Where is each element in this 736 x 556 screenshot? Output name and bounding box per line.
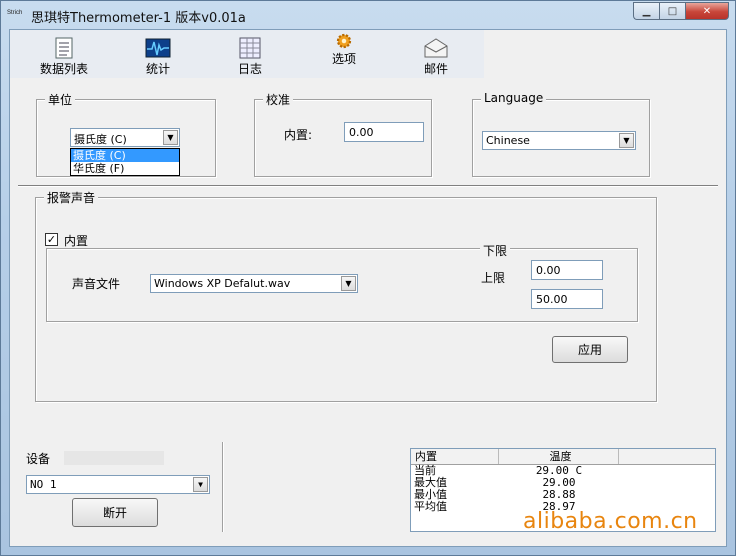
minimize-button[interactable]: ▁ [633, 2, 659, 20]
close-icon: ✕ [702, 5, 712, 17]
status-divider [222, 442, 224, 532]
unit-legend: 单位 [45, 91, 76, 108]
device-label: 设备 [26, 452, 51, 466]
app-window: Strich 思琪特Thermometer-1 版本v0.01a ▁ □ ✕ 数… [0, 0, 736, 556]
apply-button[interactable]: 应用 [552, 336, 628, 363]
device-select[interactable]: NO 1 ▼ [26, 475, 210, 494]
toolbar-data-list-label: 数据列表 [39, 62, 88, 76]
gear-icon [336, 33, 352, 49]
maximize-button[interactable]: □ [659, 2, 685, 20]
lower-limit-label: 下限 [480, 242, 511, 259]
readings-header: 内置 温度 [411, 449, 715, 465]
title-bar[interactable]: Strich 思琪特Thermometer-1 版本v0.01a ▁ □ ✕ [1, 1, 735, 29]
device-selected-value: NO 1 [30, 478, 57, 491]
toolbar-mail-button[interactable]: 邮件 [406, 36, 466, 76]
lower-limit-input[interactable]: 0.00 [531, 260, 603, 280]
toolbar-data-list-button[interactable]: 数据列表 [34, 36, 94, 76]
chevron-down-icon[interactable]: ▼ [163, 130, 178, 145]
unit-dropdown-list: 摄氏度 (C) 华氏度 (F) [70, 148, 180, 176]
unit-selected-value: 摄氏度 (C) [74, 133, 127, 146]
reading-name: 平均值 [414, 500, 447, 513]
toolbar-mail-label: 邮件 [423, 62, 448, 76]
chevron-down-icon[interactable]: ▼ [341, 276, 356, 291]
language-select[interactable]: Chinese ▼ [482, 131, 636, 150]
upper-limit-input[interactable]: 50.00 [531, 289, 603, 309]
pulse-chart-icon [145, 38, 171, 58]
list-icon [55, 37, 73, 59]
toolbar-log-label: 日志 [237, 62, 262, 76]
toolbar-log-button[interactable]: 日志 [220, 36, 280, 76]
window-title: 思琪特Thermometer-1 版本v0.01a [31, 11, 246, 26]
app-icon: Strich [7, 10, 23, 16]
builtin-alarm-checkbox[interactable]: ✓ [45, 233, 58, 246]
toolbar-stats-button[interactable]: 统计 [128, 36, 188, 76]
toolbar-options-label: 选项 [331, 52, 356, 66]
language-legend: Language [481, 91, 547, 105]
disconnect-button[interactable]: 断开 [72, 498, 158, 527]
grid-log-icon [239, 37, 261, 59]
language-selected-value: Chinese [486, 134, 530, 147]
watermark: alibaba.com.cn [523, 509, 698, 534]
calibration-legend: 校准 [263, 91, 294, 108]
disconnect-button-label: 断开 [102, 506, 127, 520]
calibration-label: 内置: [284, 128, 313, 142]
toolbar-stats-label: 统计 [145, 62, 170, 76]
chevron-down-icon[interactable]: ▼ [619, 133, 634, 148]
calibration-input[interactable]: 0.00 [344, 122, 424, 142]
close-button[interactable]: ✕ [685, 2, 729, 20]
unit-option-fahrenheit[interactable]: 华氏度 (F) [71, 162, 179, 175]
apply-button-label: 应用 [577, 343, 602, 357]
client-area: 数据列表 统计 日志 选项 邮件 单位 摄氏度 (C) ▼ 摄氏度 (C) 华氏… [9, 29, 727, 547]
toolbar: 数据列表 统计 日志 选项 邮件 [10, 30, 484, 78]
toolbar-options-button[interactable]: 选项 [314, 32, 374, 72]
chevron-down-icon[interactable]: ▼ [193, 477, 208, 492]
builtin-alarm-label: 内置 [64, 234, 89, 248]
envelope-icon [424, 38, 448, 58]
sound-file-select[interactable]: Windows XP Defalut.wav ▼ [150, 274, 358, 293]
section-divider [18, 185, 718, 187]
column-header-empty [619, 449, 715, 464]
sound-file-value: Windows XP Defalut.wav [154, 277, 291, 290]
sound-file-label: 声音文件 [72, 277, 121, 291]
unit-select[interactable]: 摄氏度 (C) ▼ [70, 128, 180, 147]
maximize-icon: □ [667, 5, 678, 17]
device-status-indicator [64, 451, 164, 465]
minimize-icon: ▁ [642, 5, 651, 17]
upper-limit-label: 上限 [481, 271, 506, 285]
caption-buttons: ▁ □ ✕ [633, 2, 729, 20]
column-header-temperature: 温度 [499, 449, 619, 464]
column-header-builtin: 内置 [411, 449, 499, 464]
alarm-legend: 报警声音 [44, 189, 99, 206]
unit-option-celsius[interactable]: 摄氏度 (C) [71, 149, 179, 162]
